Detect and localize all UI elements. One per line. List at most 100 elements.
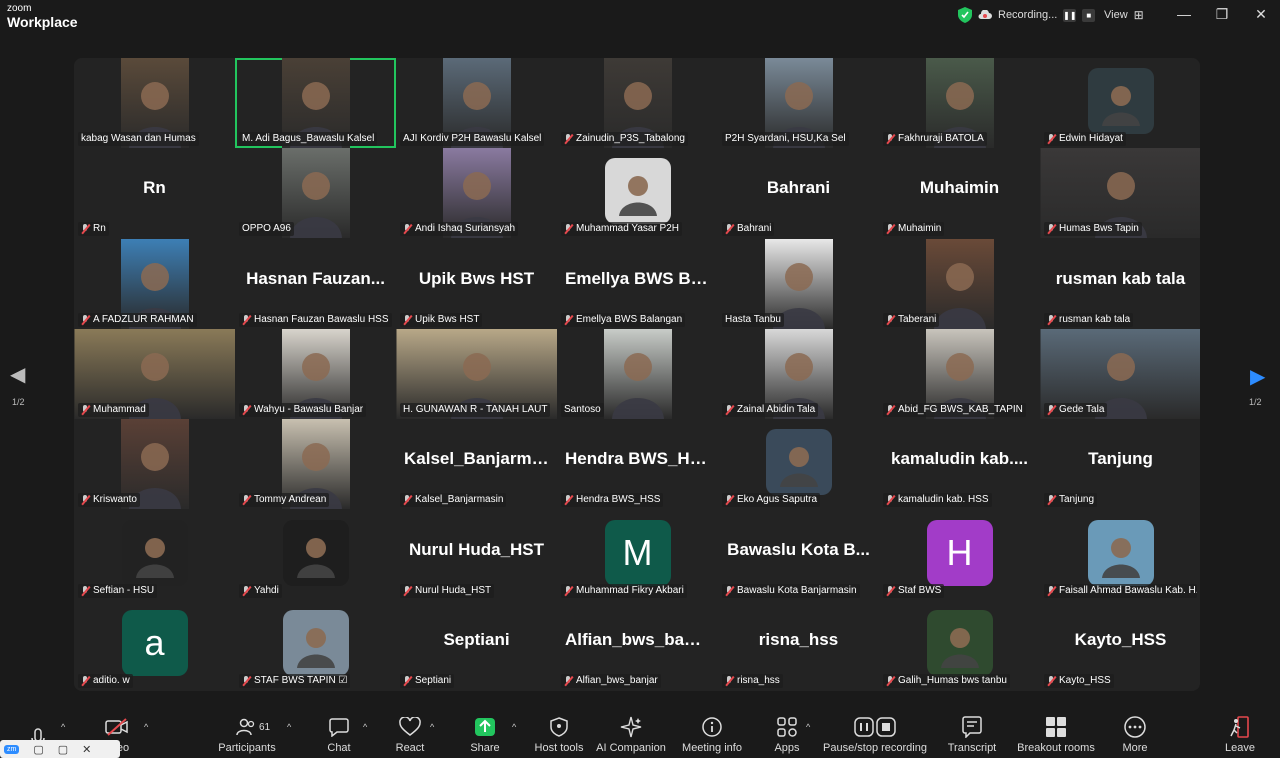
apps-caret[interactable]: ^	[806, 722, 810, 732]
apps-button[interactable]: Apps	[772, 710, 802, 758]
video-tile[interactable]: risna_hss risna_hss	[718, 600, 879, 690]
next-page-arrow-icon[interactable]: ▶	[1250, 364, 1265, 389]
mini-close-button[interactable]: ✕	[82, 743, 91, 756]
video-tile[interactable]: Hasta Tanbu	[718, 239, 879, 329]
video-tile[interactable]: Santoso	[557, 329, 718, 419]
video-tile[interactable]: H Staf BWS	[879, 510, 1040, 600]
video-tile[interactable]: Tommy Andrean	[235, 419, 396, 509]
participant-name-label: Humas Bws Tapin	[1044, 222, 1142, 236]
video-tile[interactable]: Zainudin_P3S_Tabalong	[557, 58, 718, 148]
pause-stop-recording-button[interactable]: Pause/stop recording	[823, 710, 927, 758]
video-tile[interactable]: AJI Kordiv P2H Bawaslu Kalsel	[396, 58, 557, 148]
participants-caret[interactable]: ^	[287, 722, 291, 732]
participant-name-label: Septiani	[400, 674, 455, 688]
chat-caret[interactable]: ^	[363, 722, 367, 732]
muted-mic-icon	[403, 676, 412, 686]
video-tile[interactable]: kamaludin kab.... kamaludin kab. HSS	[879, 419, 1040, 509]
video-tile[interactable]: STAF BWS TAPIN ☑	[235, 600, 396, 690]
video-tile[interactable]: A FADZLUR RAHMAN	[74, 239, 235, 329]
video-tile[interactable]: Rn Rn	[74, 148, 235, 238]
video-options-caret[interactable]: ^	[144, 722, 148, 732]
video-tile[interactable]: Andi Ishaq Suriansyah	[396, 148, 557, 238]
meeting-toolbar: ^ eo ^ Participants 61 ^ Chat ^ React ^ …	[0, 710, 1280, 758]
video-tile[interactable]: Bahrani Bahrani	[718, 148, 879, 238]
participant-name: Muhammad	[93, 404, 146, 415]
video-tile[interactable]: OPPO A96	[235, 148, 396, 238]
mini-restore-button[interactable]: ▢	[58, 743, 68, 756]
participant-name-label: Hendra BWS_HSS	[561, 493, 664, 507]
video-tile[interactable]: P2H Syardani, HSU,Ka Sel	[718, 58, 879, 148]
video-tile[interactable]: Muhaimin Muhaimin	[879, 148, 1040, 238]
participants-button[interactable]: Participants	[218, 710, 276, 758]
share-button[interactable]: Share	[470, 710, 500, 758]
video-tile[interactable]: Tanjung Tanjung	[1040, 419, 1200, 509]
video-tile[interactable]: H. GUNAWAN R - TANAH LAUT	[396, 329, 557, 419]
audio-options-caret[interactable]: ^	[61, 722, 65, 732]
video-tile[interactable]: Kalsel_Banjarma... Kalsel_Banjarmasin	[396, 419, 557, 509]
video-tile[interactable]: Wahyu - Bawaslu Banjar	[235, 329, 396, 419]
leave-button[interactable]: Leave	[1225, 710, 1255, 758]
stop-recording-button[interactable]: ■	[1082, 8, 1096, 22]
muted-mic-icon	[886, 676, 895, 686]
more-button[interactable]: More	[1120, 710, 1150, 758]
video-tile[interactable]: Kriswanto	[74, 419, 235, 509]
participant-name-label: kabag Wasan dan Humas	[78, 132, 199, 146]
react-caret[interactable]: ^	[430, 722, 434, 732]
muted-mic-icon	[725, 495, 734, 505]
video-tile[interactable]: Galih_Humas bws tanbu	[879, 600, 1040, 690]
video-tile[interactable]: Upik Bws HST Upik Bws HST	[396, 239, 557, 329]
video-tile[interactable]: kabag Wasan dan Humas	[74, 58, 235, 148]
video-tile[interactable]: M Muhammad Fikry Akbari	[557, 510, 718, 600]
chat-button[interactable]: Chat	[324, 710, 354, 758]
video-tile[interactable]: Muhammad Yasar P2H	[557, 148, 718, 238]
participant-name-label: Zainal Abidin Tala	[722, 403, 819, 417]
video-tile[interactable]: Kayto_HSS Kayto_HSS	[1040, 600, 1200, 690]
video-tile[interactable]: Emellya BWS Ba... Emellya BWS Balangan	[557, 239, 718, 329]
minimize-button[interactable]: —	[1174, 6, 1194, 22]
video-tile[interactable]: Faisall Ahmad Bawaslu Kab. H...	[1040, 510, 1200, 600]
react-button[interactable]: React	[395, 710, 425, 758]
video-tile[interactable]: Hasnan Fauzan... Hasnan Fauzan Bawaslu HS…	[235, 239, 396, 329]
participant-display-name: Kalsel_Banjarma...	[404, 449, 556, 468]
pause-recording-button[interactable]: ❚❚	[1063, 8, 1077, 22]
video-tile[interactable]: a aditio. w	[74, 600, 235, 690]
meeting-info-button[interactable]: Meeting info	[682, 710, 742, 758]
participant-name: Hasnan Fauzan Bawaslu HSS	[254, 314, 389, 325]
video-tile[interactable]: Humas Bws Tapin	[1040, 148, 1200, 238]
ai-companion-button[interactable]: AI Companion	[596, 710, 666, 758]
video-tile[interactable]: Gede Tala	[1040, 329, 1200, 419]
muted-mic-icon	[1047, 495, 1056, 505]
video-tile[interactable]: Seftian - HSU	[74, 510, 235, 600]
breakout-rooms-button[interactable]: Breakout rooms	[1017, 710, 1095, 758]
video-tile[interactable]: Nurul Huda_HST Nurul Huda_HST	[396, 510, 557, 600]
video-tile[interactable]: Bawaslu Kota B... Bawaslu Kota Banjarmasi…	[718, 510, 879, 600]
muted-mic-icon	[403, 315, 412, 325]
transcript-button[interactable]: Transcript	[948, 710, 996, 758]
share-caret[interactable]: ^	[512, 722, 516, 732]
video-tile[interactable]: M. Adi Bagus_Bawaslu Kalsel	[235, 58, 396, 148]
video-tile[interactable]: Abid_FG BWS_KAB_TAPIN	[879, 329, 1040, 419]
video-tile[interactable]: Yahdi	[235, 510, 396, 600]
prev-page-arrow-icon[interactable]: ◀	[10, 362, 25, 387]
video-tile[interactable]: Zainal Abidin Tala	[718, 329, 879, 419]
video-tile[interactable]: Fakhruraji BATOLA	[879, 58, 1040, 148]
host-tools-button[interactable]: Host tools	[534, 710, 584, 758]
muted-mic-icon	[1047, 676, 1056, 686]
close-button[interactable]: ✕	[1251, 6, 1271, 23]
video-tile[interactable]: Edwin Hidayat	[1040, 58, 1200, 148]
video-tile[interactable]: Eko Agus Saputra	[718, 419, 879, 509]
participant-name-label: Muhammad Yasar P2H	[561, 222, 683, 236]
video-tile[interactable]: Alfian_bws_banjar Alfian_bws_banjar	[557, 600, 718, 690]
restore-button[interactable]: ❐	[1212, 6, 1232, 23]
view-button[interactable]: View ⊞	[1104, 8, 1144, 22]
muted-mic-icon	[564, 676, 573, 686]
video-tile[interactable]: Taberani	[879, 239, 1040, 329]
participant-name: Edwin Hidayat	[1059, 133, 1123, 144]
participant-name: aditio. w	[93, 675, 130, 686]
video-tile[interactable]: Hendra BWS_HSS Hendra BWS_HSS	[557, 419, 718, 509]
video-tile[interactable]: Muhammad	[74, 329, 235, 419]
video-tile[interactable]: Septiani Septiani	[396, 600, 557, 690]
participants-label: Participants	[218, 742, 276, 754]
video-tile[interactable]: rusman kab tala rusman kab tala	[1040, 239, 1200, 329]
mini-minimize-button[interactable]: ▢	[33, 743, 43, 756]
